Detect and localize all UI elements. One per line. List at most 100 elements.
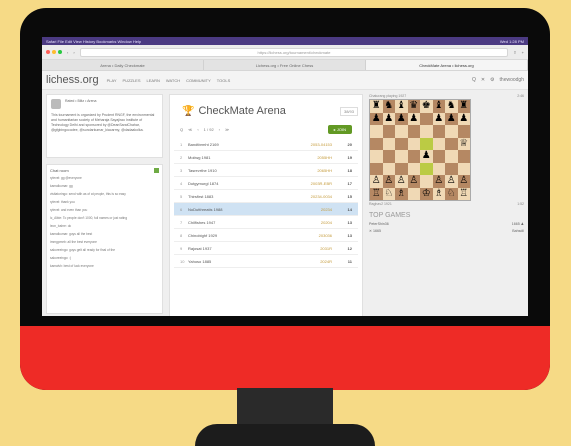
board-square[interactable] [445,137,458,150]
lichess-logo[interactable]: lichess.org [46,74,99,86]
forward-icon[interactable]: › [73,50,74,55]
board-square[interactable]: ♖ [370,187,383,200]
board-square[interactable]: ♙ [370,175,383,188]
board-square[interactable]: ♜ [457,100,470,113]
nav-watch[interactable]: WATCH [166,78,180,83]
top-game-row[interactable]: ✕ 1665 Bahsdil [369,229,524,233]
board-square[interactable]: ♔ [420,187,433,200]
nav-learn[interactable]: LEARN [147,78,160,83]
table-row[interactable]: 4 Dutgymurgl 1874 2003R-EBR 17 [174,177,358,190]
board-square[interactable] [407,162,420,175]
table-row[interactable]: 8 Chinobighf 1929 203036 13 [174,229,358,242]
board-square[interactable] [407,150,420,163]
table-row[interactable]: 10 Yahoso 1885 2024R 11 [174,255,358,268]
board-square[interactable] [370,137,383,150]
board-square[interactable]: ♙ [432,175,445,188]
board-square[interactable] [420,112,433,125]
search-icon[interactable]: Q [472,77,476,83]
board-square[interactable] [457,125,470,138]
board-square[interactable]: ♟ [370,112,383,125]
board-square[interactable] [395,162,408,175]
board-square[interactable]: ♞ [445,100,458,113]
gear-icon[interactable]: ⚙ [490,77,494,83]
board-square[interactable]: ♘ [445,187,458,200]
board-square[interactable]: ♟ [395,112,408,125]
board-square[interactable]: ♚ [420,100,433,113]
board-square[interactable] [420,175,433,188]
board-square[interactable]: ♟ [445,112,458,125]
board-square[interactable]: ♙ [395,175,408,188]
board-square[interactable]: ♛ [407,100,420,113]
board-square[interactable] [382,162,395,175]
table-row[interactable]: 7 Chilfishes 1947 20204 13 [174,216,358,229]
board-square[interactable]: ♟ [432,112,445,125]
board-square[interactable]: ♗ [395,187,408,200]
board-square[interactable] [457,150,470,163]
board-square[interactable] [432,125,445,138]
join-button[interactable]: ▸ JOIN [327,125,352,134]
close-icon[interactable]: ✕ [481,77,485,83]
board-square[interactable] [420,125,433,138]
nav-puzzles[interactable]: PUZZLES [123,78,141,83]
nav-play[interactable]: PLAY [107,78,117,83]
board-square[interactable] [395,125,408,138]
board-square[interactable] [382,137,395,150]
board-square[interactable]: ♙ [457,175,470,188]
board-square[interactable] [445,162,458,175]
board-square[interactable] [395,137,408,150]
board-square[interactable] [420,137,433,150]
table-row[interactable]: 1 Bandtbrmht 2169 2053-04153 20 [174,138,358,151]
search-icon[interactable]: Q [180,127,183,132]
board-square[interactable] [382,125,395,138]
board-square[interactable] [407,137,420,150]
board-square[interactable] [370,150,383,163]
board-square[interactable] [407,187,420,200]
nav-tools[interactable]: TOOLS [217,78,231,83]
table-row[interactable]: 6 NoDutthreatis 1988 20234 14 [174,203,358,216]
close-window-icon[interactable] [46,50,50,54]
board-square[interactable] [432,162,445,175]
table-row[interactable]: 9 Rajosat 1937 2031R 12 [174,242,358,255]
board-square[interactable] [432,150,445,163]
board-square[interactable]: ♙ [445,175,458,188]
board-square[interactable] [420,162,433,175]
minimize-window-icon[interactable] [52,50,56,54]
board-square[interactable]: ♝ [395,100,408,113]
board-square[interactable]: ♘ [382,187,395,200]
board-square[interactable]: ♝ [432,100,445,113]
table-row[interactable]: 2 Moiiwg 1981 2055HH 19 [174,151,358,164]
board-square[interactable]: ♟ [420,150,433,163]
board-square[interactable]: ♜ [370,100,383,113]
share-icon[interactable]: ⇪ [513,50,516,55]
prev-page-icon[interactable]: ‹ [197,127,198,132]
board-square[interactable] [382,150,395,163]
browser-tab-3[interactable]: CheckMate Arena • lichess.org [366,60,528,70]
zoom-window-icon[interactable] [58,50,62,54]
table-row[interactable]: 3 Tasrevrthe 1910 2065HH 18 [174,164,358,177]
next-page-icon[interactable]: › [219,127,220,132]
board-square[interactable]: ♙ [382,175,395,188]
board-square[interactable] [445,125,458,138]
board-square[interactable] [395,150,408,163]
board-square[interactable] [370,125,383,138]
board-square[interactable] [370,162,383,175]
board-square[interactable]: ♟ [382,112,395,125]
board-square[interactable] [432,137,445,150]
board-square[interactable]: ♟ [407,112,420,125]
board-square[interactable]: ♞ [382,100,395,113]
board-square[interactable]: ♟ [457,112,470,125]
chess-board[interactable]: ♜ ♞ ♝ ♛ ♚ ♝ ♞ ♜ ♟ ♟ ♟ ♟ ♟ ♟ ♟ ♕ ♟ ♙ ♙ ♙ ♙ ♙ ♙ ♙ ♖ ♘ ♗ ♔ ♗ ♘ ♖ [369,99,471,201]
last-page-icon[interactable]: ≫ [225,127,229,132]
board-square[interactable]: ♕ [457,137,470,150]
back-icon[interactable]: ‹ [67,50,68,55]
board-square[interactable] [445,150,458,163]
nav-community[interactable]: COMMUNITY [186,78,211,83]
table-row[interactable]: 5 Thirsfirst 1883 20234-0034 15 [174,190,358,203]
address-bar[interactable]: https://lichess.org/tournament/checkmate [79,47,509,57]
chat-toggle-icon[interactable] [154,168,159,173]
board-square[interactable]: ♖ [457,187,470,200]
board-square[interactable] [407,125,420,138]
board-square[interactable] [457,162,470,175]
browser-tab-1[interactable]: Arena • Daily Checkmate [42,60,204,70]
browser-tab-2[interactable]: Lichess.org • Free Online Chess [204,60,366,70]
